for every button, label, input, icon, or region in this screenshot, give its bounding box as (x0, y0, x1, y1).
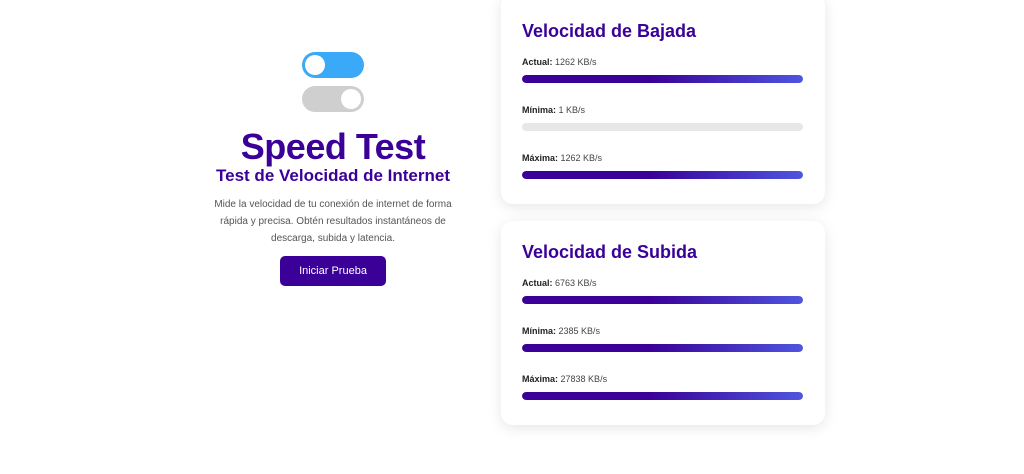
upload-metric-1: Mínima: 2385 KB/s (522, 325, 804, 352)
upload-speed-card: Velocidad de Subida Actual: 6763 KB/s Mín… (501, 221, 825, 425)
metric-value: 1262 KB/s (560, 153, 603, 163)
download-speed-card: Velocidad de Bajada Actual: 1262 KB/s Mín… (501, 0, 825, 204)
progress-bar-track (522, 392, 803, 400)
toggle-off-shape (302, 86, 364, 112)
upload-metric-2: Máxima: 27838 KB/s (522, 373, 804, 400)
metric-label-name: Máxima: (522, 153, 559, 163)
metric-label-name: Actual: (522, 57, 553, 67)
upload-card-title: Velocidad de Subida (522, 242, 698, 262)
progress-bar-fill (522, 75, 803, 83)
metric-label: Máxima: 27838 KB/s (522, 373, 804, 385)
page-subtitle: Test de Velocidad de Internet (216, 166, 450, 185)
progress-bar-fill (522, 296, 803, 304)
metric-label-name: Actual: (522, 278, 553, 288)
toggle-switches-icon (302, 52, 364, 114)
progress-bar-track (522, 75, 803, 83)
download-card-title: Velocidad de Bajada (522, 21, 697, 41)
page-title: Speed Test (240, 126, 426, 167)
progress-bar-fill (522, 344, 803, 352)
progress-bar-fill (522, 171, 803, 179)
progress-bar-fill (522, 392, 803, 400)
download-metric-1: Mínima: 1 KB/s (522, 104, 804, 131)
metric-label: Mínima: 1 KB/s (522, 104, 804, 116)
metric-value: 27838 KB/s (560, 374, 608, 384)
upload-metric-0: Actual: 6763 KB/s (522, 277, 804, 304)
metric-label-name: Mínima: (522, 105, 557, 115)
progress-bar-track (522, 123, 803, 131)
metric-value: 6763 KB/s (555, 278, 597, 288)
metric-value: 2385 KB/s (558, 326, 601, 336)
hero-section: Speed Test Test de Velocidad de Internet… (200, 52, 466, 286)
metric-label-name: Mínima: (522, 326, 557, 336)
metric-label: Actual: 6763 KB/s (522, 277, 804, 289)
progress-bar-track (522, 171, 803, 179)
download-metric-0: Actual: 1262 KB/s (522, 56, 804, 83)
page-description: Mide la velocidad de tu conexión de inte… (214, 199, 452, 244)
download-metric-2: Máxima: 1262 KB/s (522, 152, 804, 179)
speed-test-page: Speed Test Test de Velocidad de Internet… (0, 0, 1024, 474)
progress-bar-track (522, 344, 803, 352)
metric-label: Máxima: 1262 KB/s (522, 152, 804, 164)
start-test-button[interactable]: Iniciar Prueba (280, 256, 386, 286)
metric-label-name: Máxima: (522, 374, 559, 384)
metric-label: Mínima: 2385 KB/s (522, 325, 804, 337)
metric-label: Actual: 1262 KB/s (522, 56, 804, 68)
toggle-on-shape (302, 52, 364, 78)
metric-value: 1 KB/s (558, 105, 586, 115)
metric-value: 1262 KB/s (555, 57, 597, 67)
progress-bar-track (522, 296, 803, 304)
